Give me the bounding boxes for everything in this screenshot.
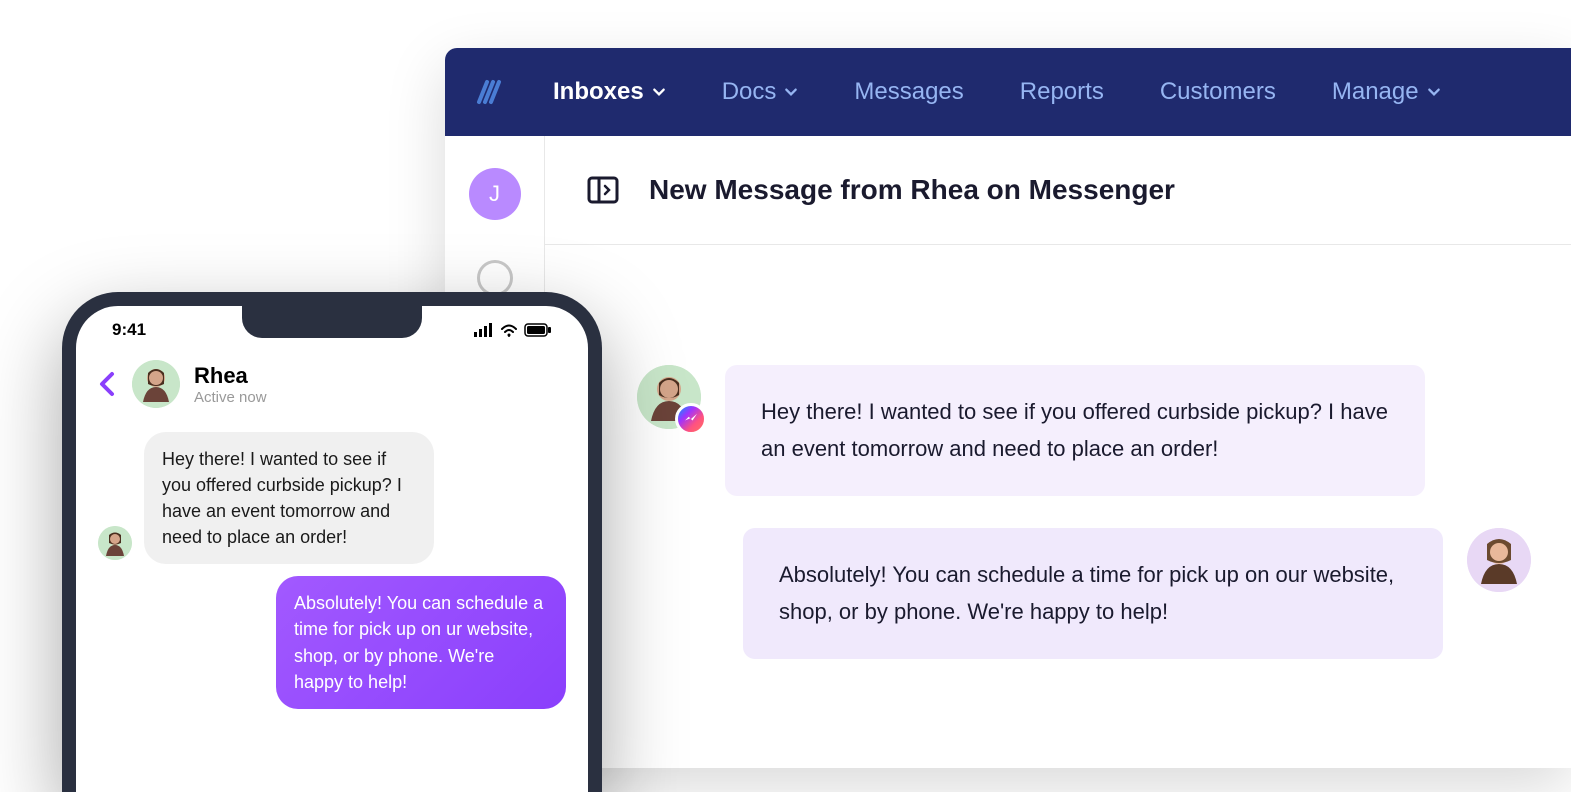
nav-inboxes[interactable]: Inboxes <box>553 78 666 106</box>
back-chevron-icon[interactable] <box>98 370 118 398</box>
message-bubble: Hey there! I wanted to see if you offere… <box>725 365 1425 496</box>
nav-manage[interactable]: Manage <box>1332 78 1441 106</box>
main-content: New Message from Rhea on Messenger Hey t… <box>545 136 1571 768</box>
phone-message-row: Absolutely! You can schedule a time for … <box>98 576 566 708</box>
nav-messages[interactable]: Messages <box>854 78 963 106</box>
thread-header: New Message from Rhea on Messenger <box>545 136 1571 245</box>
contact-name: Rhea <box>194 363 267 389</box>
app-logo-icon <box>473 76 505 108</box>
collapse-panel-icon[interactable] <box>585 172 621 208</box>
nav-label: Inboxes <box>553 78 644 106</box>
search-icon[interactable] <box>477 260 513 296</box>
nav-customers[interactable]: Customers <box>1160 78 1276 106</box>
message-row: Absolutely! You can schedule a time for … <box>637 528 1531 659</box>
nav-label: Manage <box>1332 78 1419 106</box>
battery-icon <box>524 323 552 337</box>
message-bubble: Absolutely! You can schedule a time for … <box>743 528 1443 659</box>
customer-avatar[interactable] <box>637 365 701 429</box>
status-time: 9:41 <box>112 320 146 340</box>
nav-docs[interactable]: Docs <box>722 78 799 106</box>
chevron-down-icon <box>1427 85 1441 99</box>
message-avatar <box>98 526 132 560</box>
wifi-icon <box>500 323 518 337</box>
signal-icon <box>474 323 494 337</box>
messages-area: Hey there! I wanted to see if you offere… <box>545 245 1571 731</box>
message-row: Hey there! I wanted to see if you offere… <box>637 365 1531 496</box>
sidebar-user-avatar[interactable]: J <box>469 168 521 220</box>
agent-avatar[interactable] <box>1467 528 1531 592</box>
navbar: Inboxes Docs Messages Reports Customers … <box>445 48 1571 136</box>
contact-status: Active now <box>194 389 267 406</box>
nav-label: Reports <box>1020 78 1104 106</box>
messenger-badge-icon <box>675 403 707 435</box>
nav-label: Messages <box>854 78 963 106</box>
phone-chat-header: Rhea Active now <box>76 340 588 424</box>
chevron-down-icon <box>652 85 666 99</box>
phone-message-row: Hey there! I wanted to see if you offere… <box>98 432 566 564</box>
chevron-down-icon <box>784 85 798 99</box>
nav-label: Docs <box>722 78 777 106</box>
phone-message-bubble: Absolutely! You can schedule a time for … <box>276 576 566 708</box>
nav-reports[interactable]: Reports <box>1020 78 1104 106</box>
phone-notch <box>242 306 422 338</box>
contact-avatar[interactable] <box>132 360 180 408</box>
nav-label: Customers <box>1160 78 1276 106</box>
phone-messages: Hey there! I wanted to see if you offere… <box>76 424 588 729</box>
desktop-app-window: Inboxes Docs Messages Reports Customers … <box>445 48 1571 768</box>
thread-title: New Message from Rhea on Messenger <box>649 174 1175 206</box>
phone-mockup: 9:41 Rhea Active now Hey there! I wanted… <box>62 292 602 792</box>
phone-message-bubble: Hey there! I wanted to see if you offere… <box>144 432 434 564</box>
